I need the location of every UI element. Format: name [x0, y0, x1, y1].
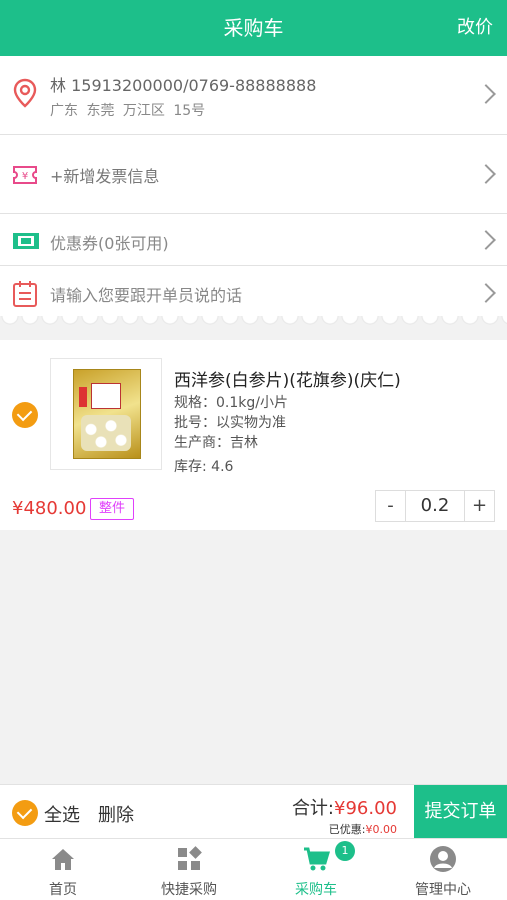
page-title: 采购车	[223, 16, 284, 40]
discount-value: ¥0.00	[365, 823, 398, 836]
cart-icon	[304, 847, 330, 871]
total-summary: 合计:¥96.00	[292, 794, 397, 820]
product-maker: 生产商：吉林	[174, 435, 258, 451]
location-pin-icon	[13, 78, 37, 108]
product-price: ¥480.00	[12, 498, 87, 519]
item-checkbox[interactable]	[12, 402, 38, 428]
select-all-label[interactable]: 全选	[44, 801, 80, 827]
quantity-stepper: - 0.2 +	[375, 490, 495, 522]
tab-home[interactable]: 首页	[0, 839, 126, 900]
delete-button[interactable]: 删除	[98, 801, 134, 827]
svg-text:¥: ¥	[22, 171, 28, 182]
total-value: ¥96.00	[334, 798, 397, 819]
quantity-input[interactable]: 0.2	[406, 491, 464, 521]
tab-management[interactable]: 管理中心	[380, 839, 506, 900]
scallop-divider	[0, 316, 507, 334]
chevron-right-icon	[476, 164, 496, 184]
submit-order-button[interactable]: 提交订单	[414, 785, 507, 839]
home-icon	[52, 849, 74, 870]
tab-label: 首页	[49, 882, 77, 898]
tab-label: 快捷采购	[161, 882, 217, 898]
address-contact: 林 15913200000/0769-88888888	[50, 76, 317, 95]
chevron-right-icon	[476, 230, 496, 250]
checkout-bar: 全选 删除 合计:¥96.00 已优惠:¥0.00 提交订单	[0, 784, 507, 839]
discount-summary: 已优惠:¥0.00	[329, 821, 397, 837]
chevron-right-icon	[476, 84, 496, 104]
product-spec: 规格：0.1kg/小片	[174, 395, 288, 411]
total-label: 合计:	[291, 798, 335, 819]
coupon-label: 优惠券(0张可用)	[50, 234, 169, 253]
product-name[interactable]: 西洋参(白参片)(花旗参)(庆仁)	[174, 366, 401, 391]
tab-quick-purchase[interactable]: 快捷采购	[126, 839, 252, 900]
invoice-row[interactable]: ¥ +新增发票信息	[0, 135, 507, 214]
select-all-checkbox[interactable]	[12, 800, 38, 826]
invoice-ticket-icon: ¥	[13, 166, 37, 184]
change-price-button[interactable]: 改价	[457, 0, 493, 56]
cart-count-badge: 1	[335, 841, 355, 861]
product-image[interactable]	[50, 358, 162, 470]
address-row[interactable]: 林 15913200000/0769-88888888 广东 东莞 万江区 15…	[0, 56, 507, 135]
tab-bar: 首页 快捷采购 1 采购车 管理中心	[0, 838, 507, 900]
header-bar: 采购车 改价	[0, 0, 507, 56]
address-detail: 广东 东莞 万江区 15号	[50, 103, 206, 119]
tab-label: 采购车	[295, 882, 337, 898]
increase-button[interactable]: +	[464, 491, 494, 521]
unit-badge: 整件	[90, 498, 135, 520]
decrease-button[interactable]: -	[376, 491, 406, 521]
user-icon	[430, 846, 456, 872]
coupon-icon	[13, 233, 39, 249]
cart-item: 西洋参(白参片)(花旗参)(庆仁) 规格：0.1kg/小片 批号：以实物为准 生…	[0, 340, 507, 530]
product-stock: 库存: 4.6	[174, 459, 234, 475]
tab-cart[interactable]: 1 采购车	[253, 839, 379, 900]
invoice-label: +新增发票信息	[50, 167, 160, 186]
grid-icon	[178, 846, 202, 870]
chevron-right-icon	[476, 283, 496, 303]
discount-label: 已优惠:	[328, 823, 366, 836]
coupon-row[interactable]: 优惠券(0张可用)	[0, 214, 507, 266]
product-batch: 批号：以实物为准	[174, 415, 286, 431]
tab-label: 管理中心	[415, 882, 471, 898]
note-icon	[13, 281, 37, 307]
note-input[interactable]: 请输入您要跟开单员说的话	[50, 282, 242, 306]
